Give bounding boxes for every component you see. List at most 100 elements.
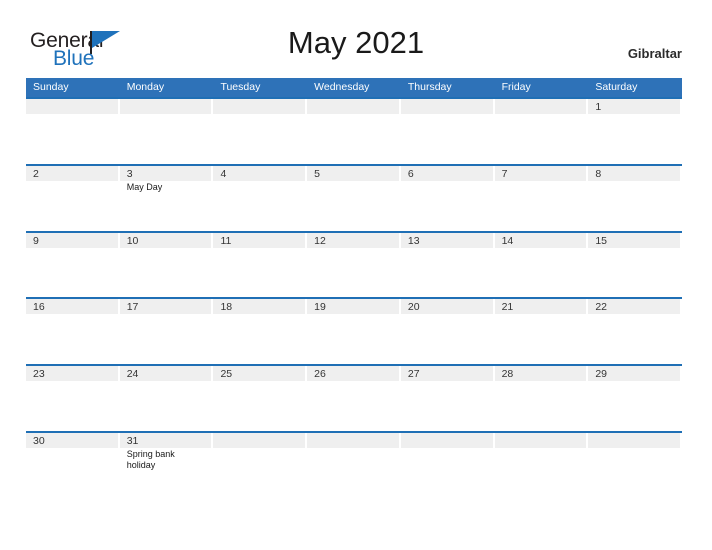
day-cell[interactable]: 11 bbox=[213, 232, 308, 298]
day-cell[interactable] bbox=[26, 99, 120, 164]
day-band bbox=[400, 432, 493, 448]
day-cell[interactable] bbox=[588, 432, 683, 498]
day-number: 31 bbox=[126, 434, 139, 447]
week-row: 16 17 18 19 20 21 22 bbox=[26, 297, 683, 365]
day-cell[interactable]: 7 bbox=[494, 165, 589, 231]
day-cell[interactable]: 31 Spring bank holiday bbox=[119, 432, 214, 498]
day-band bbox=[307, 432, 399, 448]
day-number: 17 bbox=[126, 301, 139, 314]
day-cell[interactable]: 19 bbox=[307, 299, 401, 365]
day-band bbox=[213, 432, 306, 448]
day-band bbox=[119, 165, 212, 181]
weekday-thursday: Thursday bbox=[407, 81, 452, 93]
day-cell[interactable]: 12 bbox=[307, 232, 401, 298]
day-number: 1 bbox=[595, 101, 602, 113]
day-band bbox=[588, 432, 681, 448]
day-cell[interactable]: 17 bbox=[119, 299, 214, 365]
day-number: 6 bbox=[407, 167, 414, 180]
day-cell[interactable]: 2 bbox=[26, 165, 120, 231]
day-number: 20 bbox=[407, 301, 420, 314]
weekday-monday: Monday bbox=[126, 81, 165, 93]
day-cell[interactable]: 27 bbox=[400, 366, 495, 431]
day-number: 24 bbox=[126, 368, 139, 381]
day-band bbox=[26, 99, 118, 114]
day-number: 30 bbox=[33, 434, 45, 447]
weekday-friday: Friday bbox=[501, 81, 531, 93]
day-cell[interactable]: 1 bbox=[588, 99, 683, 164]
day-cell[interactable]: 30 bbox=[26, 432, 120, 498]
day-cell[interactable]: 29 bbox=[588, 366, 683, 431]
day-cell[interactable]: 24 bbox=[119, 366, 214, 431]
day-band bbox=[307, 165, 399, 181]
day-band bbox=[494, 99, 587, 114]
day-number: 11 bbox=[220, 234, 232, 247]
day-band bbox=[213, 165, 306, 181]
day-cell[interactable]: 20 bbox=[400, 299, 495, 365]
day-cell[interactable]: 15 bbox=[588, 232, 683, 298]
weekday-header-row: Sunday Monday Tuesday Wednesday Thursday… bbox=[26, 78, 682, 97]
day-cell[interactable]: 28 bbox=[494, 366, 589, 431]
day-number: 8 bbox=[595, 167, 602, 180]
day-cell[interactable]: 23 bbox=[26, 366, 120, 431]
day-number: 26 bbox=[314, 368, 326, 381]
day-cell[interactable]: 26 bbox=[307, 366, 401, 431]
day-cell[interactable]: 16 bbox=[26, 299, 120, 365]
day-cell[interactable]: 13 bbox=[400, 232, 495, 298]
day-band bbox=[494, 165, 587, 181]
day-cell[interactable]: 3 May Day bbox=[119, 165, 214, 231]
week-row: 30 31 Spring bank holiday bbox=[26, 430, 683, 498]
day-number: 2 bbox=[33, 167, 39, 180]
day-cell[interactable]: 22 bbox=[588, 299, 683, 365]
day-number: 21 bbox=[501, 301, 514, 314]
day-number: 27 bbox=[407, 368, 420, 381]
day-number: 18 bbox=[220, 301, 233, 314]
day-cell[interactable]: 14 bbox=[494, 232, 589, 298]
day-number: 4 bbox=[220, 167, 227, 180]
day-cell[interactable]: 10 bbox=[119, 232, 214, 298]
day-cell[interactable]: 25 bbox=[213, 366, 308, 431]
region-label: Gibraltar bbox=[627, 46, 682, 61]
day-cell[interactable] bbox=[307, 99, 401, 164]
day-band bbox=[119, 99, 212, 114]
week-row: 2 3 May Day 4 5 6 7 8 bbox=[26, 163, 683, 231]
day-event: May Day bbox=[126, 181, 163, 192]
weekday-wednesday: Wednesday bbox=[314, 81, 370, 93]
day-cell[interactable] bbox=[494, 432, 589, 498]
day-number: 19 bbox=[314, 301, 326, 314]
day-cell[interactable] bbox=[119, 99, 214, 164]
day-cell[interactable]: 9 bbox=[26, 232, 120, 298]
weekday-tuesday: Tuesday bbox=[220, 81, 261, 93]
day-cell[interactable]: 8 bbox=[588, 165, 683, 231]
day-number: 16 bbox=[33, 301, 45, 314]
day-cell[interactable]: 21 bbox=[494, 299, 589, 365]
day-cell[interactable] bbox=[213, 99, 308, 164]
day-number: 9 bbox=[33, 234, 39, 247]
day-cell[interactable]: 6 bbox=[400, 165, 495, 231]
day-band bbox=[400, 99, 493, 114]
day-band bbox=[307, 99, 399, 114]
day-cell[interactable] bbox=[400, 99, 495, 164]
day-band bbox=[26, 165, 118, 181]
day-band bbox=[213, 99, 306, 114]
week-row: 1 bbox=[26, 97, 683, 164]
day-number: 10 bbox=[126, 234, 139, 247]
day-number: 5 bbox=[314, 167, 320, 180]
day-cell[interactable] bbox=[400, 432, 495, 498]
day-cell[interactable] bbox=[213, 432, 308, 498]
day-number: 22 bbox=[595, 301, 607, 314]
day-number: 12 bbox=[314, 234, 326, 247]
page-header: General Blue May 2021 Gibraltar bbox=[0, 0, 712, 76]
day-cell[interactable]: 18 bbox=[213, 299, 308, 365]
day-band bbox=[26, 232, 118, 248]
day-cell[interactable]: 4 bbox=[213, 165, 308, 231]
day-number: 28 bbox=[501, 368, 514, 381]
day-cell[interactable]: 5 bbox=[307, 165, 401, 231]
day-band bbox=[588, 165, 681, 181]
day-band bbox=[494, 432, 587, 448]
day-number: 13 bbox=[407, 234, 420, 247]
page-title: May 2021 bbox=[287, 25, 425, 60]
day-number: 23 bbox=[33, 368, 45, 381]
day-cell[interactable] bbox=[307, 432, 401, 498]
weekday-saturday: Saturday bbox=[595, 81, 638, 93]
day-cell[interactable] bbox=[494, 99, 589, 164]
